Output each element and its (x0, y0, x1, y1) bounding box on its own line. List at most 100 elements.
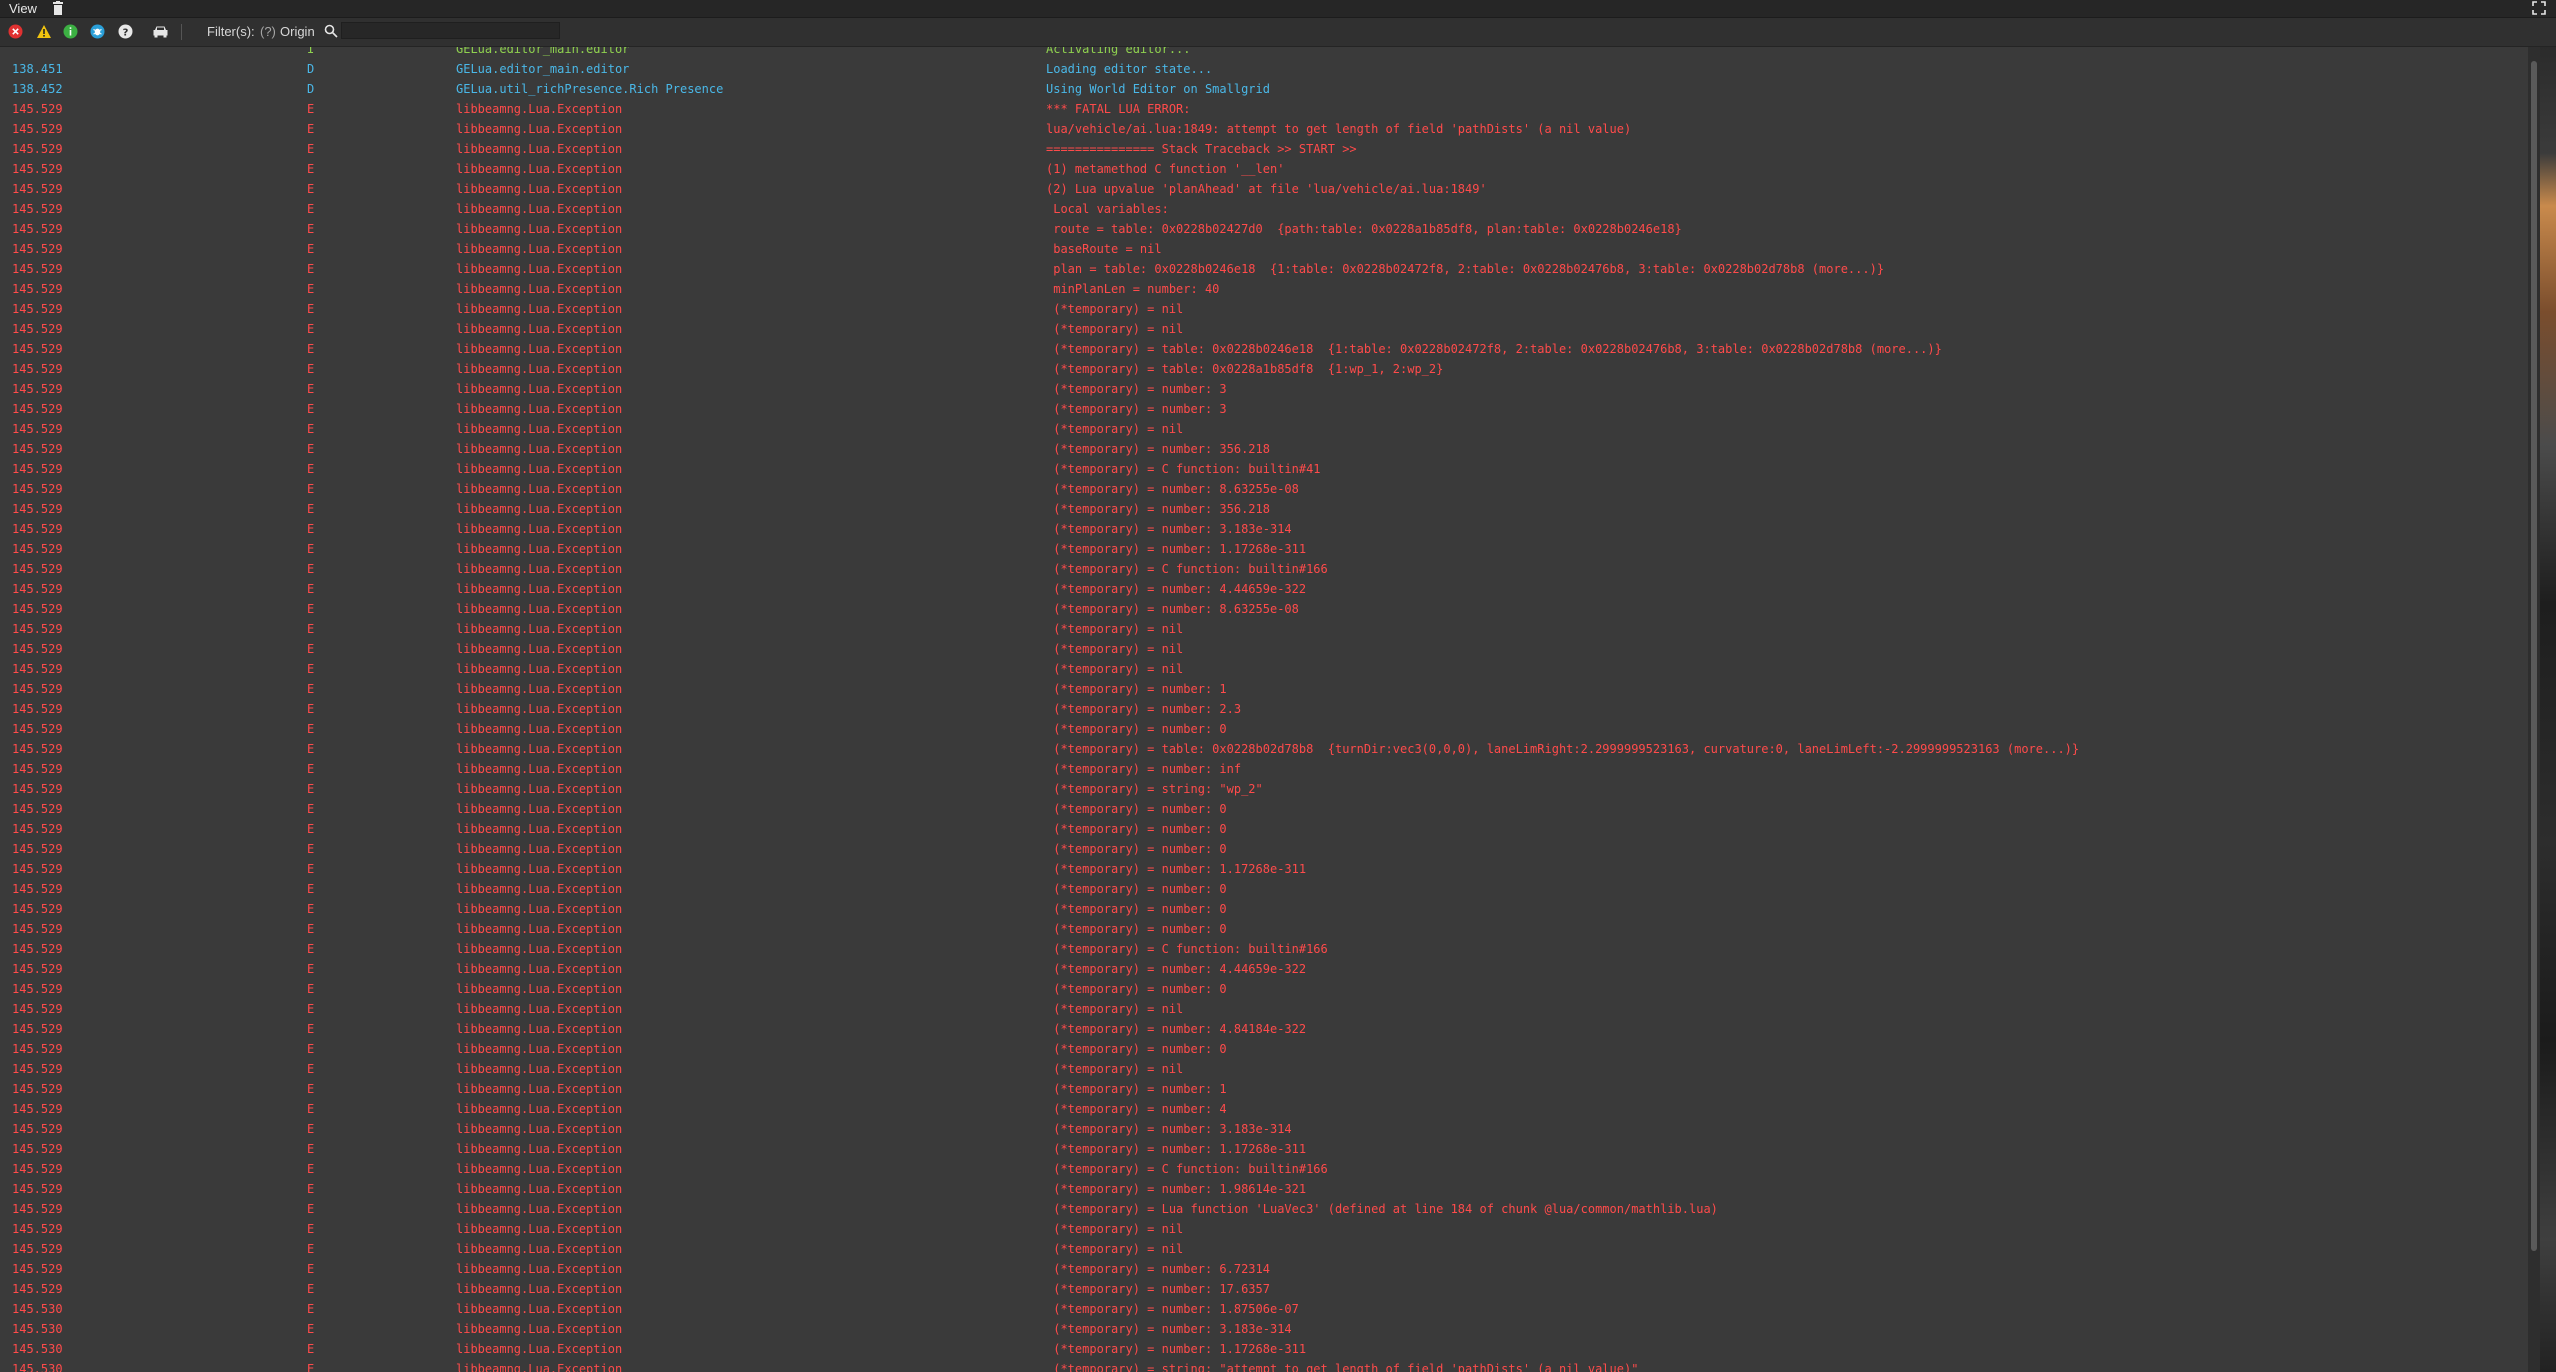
log-row[interactable]: 145.529 Elibbeamng.Lua.Exception (*tempor… (0, 619, 2530, 639)
log-row[interactable]: 145.530 Elibbeamng.Lua.Exception (*tempor… (0, 1299, 2530, 1319)
log-row[interactable]: 145.529 Elibbeamng.Lua.Exception (*tempor… (0, 919, 2530, 939)
log-row[interactable]: 145.529 Elibbeamng.Lua.Exception (*tempor… (0, 659, 2530, 679)
log-row[interactable]: 145.529 Elibbeamng.Lua.Exception (1) metam… (0, 159, 2530, 179)
log-row[interactable]: 145.529 Elibbeamng.Lua.Exception (*tempor… (0, 1199, 2530, 1219)
log-row[interactable]: 145.529 Elibbeamng.Lua.Exception (*tempor… (0, 439, 2530, 459)
log-row[interactable]: 145.529 Elibbeamng.Lua.Exception (*tempor… (0, 1139, 2530, 1159)
log-row[interactable]: 145.529 Elibbeamng.Lua.Exception (*tempor… (0, 899, 2530, 919)
log-row[interactable]: 145.529 Elibbeamng.Lua.Exception lua/vehic… (0, 119, 2530, 139)
log-row[interactable]: 145.529 Elibbeamng.Lua.Exception (*tempor… (0, 759, 2530, 779)
log-row[interactable]: 145.529 Elibbeamng.Lua.Exception minPlanL… (0, 279, 2530, 299)
log-row[interactable]: 145.529 Elibbeamng.Lua.Exception (*tempor… (0, 799, 2530, 819)
log-row[interactable]: 145.530 Elibbeamng.Lua.Exception (*tempor… (0, 1319, 2530, 1339)
info-filter-icon[interactable] (63, 24, 78, 39)
log-row[interactable]: 145.529 Elibbeamng.Lua.Exception plan = t… (0, 259, 2530, 279)
log-row[interactable]: 145.529 Elibbeamng.Lua.Exception (*tempor… (0, 1279, 2530, 1299)
log-message: =============== Stack Traceback >> START… (1046, 142, 1357, 156)
scroll-thumb[interactable] (2531, 61, 2537, 1251)
log-row[interactable]: 145.529 Elibbeamng.Lua.Exception (*tempor… (0, 1099, 2530, 1119)
log-time: 145.530 (12, 1322, 63, 1336)
log-row[interactable]: 145.529 Elibbeamng.Lua.Exception (*tempor… (0, 779, 2530, 799)
filters-help[interactable]: (?) (260, 24, 276, 39)
log-time: 145.529 (12, 862, 63, 876)
log-row[interactable]: 145.529 Elibbeamng.Lua.Exception (*tempor… (0, 879, 2530, 899)
log-time: 145.529 (12, 682, 63, 696)
log-row[interactable]: 145.530 Elibbeamng.Lua.Exception (*tempor… (0, 1359, 2530, 1372)
warning-filter-icon[interactable] (36, 24, 51, 39)
log-row[interactable]: 145.529 Elibbeamng.Lua.Exception Local va… (0, 199, 2530, 219)
log-row[interactable]: 145.529 Elibbeamng.Lua.Exception (*tempor… (0, 1219, 2530, 1239)
fullscreen-icon[interactable] (2532, 1, 2546, 18)
origin-filter-input[interactable] (341, 22, 560, 39)
log-row[interactable]: 145.529 Elibbeamng.Lua.Exception (*tempor… (0, 379, 2530, 399)
log-row[interactable]: 145.529 Elibbeamng.Lua.Exception (*tempor… (0, 1019, 2530, 1039)
log-row[interactable]: 145.529 Elibbeamng.Lua.Exception (*tempor… (0, 1039, 2530, 1059)
log-row[interactable]: 145.529 Elibbeamng.Lua.Exception (*tempor… (0, 699, 2530, 719)
log-row[interactable]: 145.529 Elibbeamng.Lua.Exception (*tempor… (0, 339, 2530, 359)
log-level: E (307, 1162, 315, 1176)
log-message: (*temporary) = string: "wp_2" (1046, 782, 1263, 796)
log-row[interactable]: 145.530 Elibbeamng.Lua.Exception (*tempor… (0, 1339, 2530, 1359)
log-row[interactable]: 145.529 Elibbeamng.Lua.Exception (*tempor… (0, 559, 2530, 579)
log-message: minPlanLen = number: 40 (1046, 282, 1220, 296)
log-row[interactable]: 145.529 Elibbeamng.Lua.Exception (*tempor… (0, 679, 2530, 699)
log-row[interactable]: 145.529 Elibbeamng.Lua.Exception (*tempor… (0, 359, 2530, 379)
log-row[interactable]: 145.529 Elibbeamng.Lua.Exception (*tempor… (0, 839, 2530, 859)
error-filter-icon[interactable] (8, 24, 23, 39)
log-row[interactable]: 145.529 Elibbeamng.Lua.Exception (*tempor… (0, 939, 2530, 959)
log-row[interactable]: 145.529 Elibbeamng.Lua.Exception baseRout… (0, 239, 2530, 259)
log-row[interactable]: 145.529 Elibbeamng.Lua.Exception (*tempor… (0, 579, 2530, 599)
log-row[interactable]: 145.529 Elibbeamng.Lua.Exception (*tempor… (0, 959, 2530, 979)
log-row[interactable]: 145.529 Elibbeamng.Lua.Exception (*tempor… (0, 599, 2530, 619)
log-row[interactable]: 138.452 D GELua.util_richPresence.Rich Pre… (0, 79, 2530, 99)
log-row[interactable]: 145.529 Elibbeamng.Lua.Exception (*tempor… (0, 1119, 2530, 1139)
log-row[interactable]: 145.529 Elibbeamng.Lua.Exception *** FATAL… (0, 99, 2530, 119)
log-row[interactable]: 145.529 Elibbeamng.Lua.Exception route = … (0, 219, 2530, 239)
log-time: 145.529 (12, 102, 63, 116)
log-row[interactable]: 145.529 Elibbeamng.Lua.Exception (*tempor… (0, 999, 2530, 1019)
log-level: E (307, 442, 315, 456)
log-level: E (307, 582, 315, 596)
log-origin: libbeamng.Lua.Exception (456, 902, 623, 916)
log-row[interactable]: 145.529 Elibbeamng.Lua.Exception (*tempor… (0, 499, 2530, 519)
log-row[interactable]: 145.529 Elibbeamng.Lua.Exception (*tempor… (0, 539, 2530, 559)
log-level: D (307, 62, 315, 76)
log-origin: libbeamng.Lua.Exception (456, 262, 623, 276)
log-row[interactable]: 145.529 Elibbeamng.Lua.Exception (*tempor… (0, 1059, 2530, 1079)
log-row[interactable]: 145.529 Elibbeamng.Lua.Exception =========… (0, 139, 2530, 159)
log-row[interactable]: 145.529 Elibbeamng.Lua.Exception (*tempor… (0, 739, 2530, 759)
log-row[interactable]: 145.529 Elibbeamng.Lua.Exception (*tempor… (0, 639, 2530, 659)
log-level: E (307, 1262, 315, 1276)
help-filter-icon[interactable]: ? (118, 24, 133, 39)
log-time: 138.452 (12, 82, 63, 96)
log-row[interactable]: 145.529 Elibbeamng.Lua.Exception (*tempor… (0, 1239, 2530, 1259)
log-row[interactable]: 145.529 Elibbeamng.Lua.Exception (*tempor… (0, 319, 2530, 339)
log-row[interactable]: 145.529 Elibbeamng.Lua.Exception (*tempor… (0, 859, 2530, 879)
log-row[interactable]: 145.529 Elibbeamng.Lua.Exception (*tempor… (0, 719, 2530, 739)
log-row[interactable]: 145.529 Elibbeamng.Lua.Exception (*tempor… (0, 1159, 2530, 1179)
log-row[interactable]: 145.529 Elibbeamng.Lua.Exception (2) Lua u… (0, 179, 2530, 199)
debug-filter-icon[interactable] (90, 24, 105, 39)
log-row[interactable]: 145.529 Elibbeamng.Lua.Exception (*tempor… (0, 399, 2530, 419)
log-row[interactable]: 145.529 Elibbeamng.Lua.Exception (*tempor… (0, 459, 2530, 479)
log-row[interactable]: 145.529 Elibbeamng.Lua.Exception (*tempor… (0, 979, 2530, 999)
log-row[interactable]: I GELua.editor_main.editor Activating edit… (0, 47, 2530, 59)
log-message: (*temporary) = nil (1046, 302, 1184, 316)
log-origin: libbeamng.Lua.Exception (456, 162, 623, 176)
log-scrollbar[interactable] (2528, 47, 2540, 1372)
log-message: (*temporary) = number: 1.17268e-311 (1046, 1342, 1307, 1356)
log-row[interactable]: 138.451 D GELua.editor_main.editor Loading … (0, 59, 2530, 79)
log-row[interactable]: 145.529 Elibbeamng.Lua.Exception (*tempor… (0, 479, 2530, 499)
log-row[interactable]: 145.529 Elibbeamng.Lua.Exception (*tempor… (0, 419, 2530, 439)
menu-view[interactable]: View (9, 1, 37, 16)
log-row[interactable]: 145.529 Elibbeamng.Lua.Exception (*tempor… (0, 1079, 2530, 1099)
log-row[interactable]: 145.529 Elibbeamng.Lua.Exception (*tempor… (0, 819, 2530, 839)
log-row[interactable]: 145.529 Elibbeamng.Lua.Exception (*tempor… (0, 519, 2530, 539)
log-list[interactable]: I GELua.editor_main.editor Activating edit… (0, 47, 2530, 1372)
log-row[interactable]: 145.529 Elibbeamng.Lua.Exception (*tempor… (0, 1179, 2530, 1199)
trash-icon[interactable] (52, 1, 64, 18)
log-message: *** FATAL LUA ERROR: (1046, 102, 1191, 116)
log-row[interactable]: 145.529 Elibbeamng.Lua.Exception (*tempor… (0, 299, 2530, 319)
vehicle-icon[interactable] (152, 24, 169, 39)
log-row[interactable]: 145.529 Elibbeamng.Lua.Exception (*tempor… (0, 1259, 2530, 1279)
